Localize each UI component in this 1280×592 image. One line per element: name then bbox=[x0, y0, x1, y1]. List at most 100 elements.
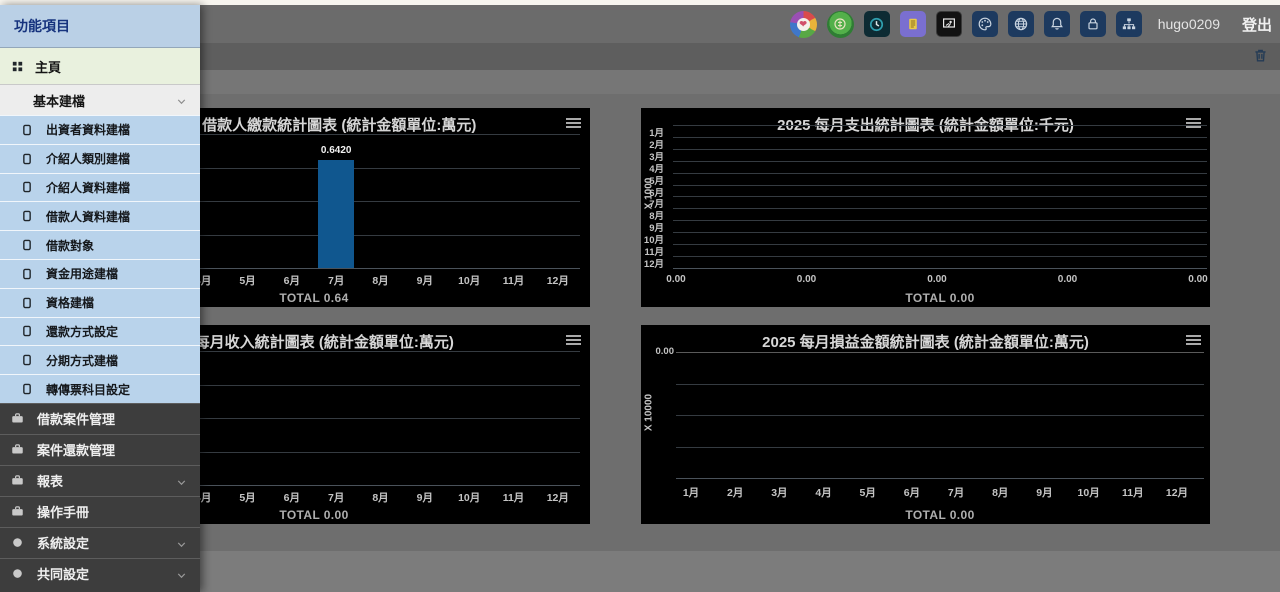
x-axis-label: 7月 bbox=[314, 273, 358, 288]
sidebar-group-label: 基本建檔 bbox=[33, 91, 85, 110]
sidebar-item-basic-2[interactable]: 介紹人資料建檔 bbox=[0, 173, 200, 202]
chevron-down-icon bbox=[175, 95, 188, 111]
sidebar-item-basic-7[interactable]: 還款方式設定 bbox=[0, 317, 200, 346]
palette-icon[interactable] bbox=[972, 11, 998, 37]
checkbox-square-icon bbox=[20, 152, 34, 166]
y-axis-title: X 10000 bbox=[644, 353, 655, 473]
sidebar-item-label: 分期方式建檔 bbox=[46, 352, 118, 369]
sidebar-item-basic-1[interactable]: 介紹人類別建檔 bbox=[0, 144, 200, 173]
chart-menu-icon[interactable] bbox=[566, 118, 581, 130]
sphere-icon bbox=[10, 535, 25, 550]
briefcase-icon bbox=[10, 473, 25, 488]
chart-title: 2025 每月損益金額統計圖表 (統計金額單位:萬元) bbox=[641, 331, 1210, 352]
chart-gridline bbox=[676, 447, 1204, 448]
chart-gridline bbox=[673, 208, 1207, 209]
chart-total-label: TOTAL 0.00 bbox=[676, 508, 1204, 522]
x-axis-label: 5月 bbox=[846, 485, 890, 500]
x-tick-label: 0.00 bbox=[1052, 274, 1084, 285]
sidebar-item-label: 轉傳票科目設定 bbox=[46, 381, 130, 398]
sidebar-item-label: 借款人資料建檔 bbox=[46, 208, 130, 225]
sidebar-section-3[interactable]: 操作手冊 bbox=[0, 496, 200, 527]
sidebar-item-basic-3[interactable]: 借款人資料建檔 bbox=[0, 201, 200, 230]
x-axis-label: 1月 bbox=[669, 485, 713, 500]
scroll-app-icon[interactable] bbox=[900, 11, 926, 37]
navbar-right-group: ❤ hugo0209 登出 bbox=[790, 5, 1272, 43]
sidebar-section-5[interactable]: 共同設定 bbox=[0, 558, 200, 589]
bar-value-label: 0.6420 bbox=[314, 145, 358, 156]
sidebar-section-4[interactable]: 系統設定 bbox=[0, 527, 200, 558]
sidebar-section-1[interactable]: 案件還款管理 bbox=[0, 434, 200, 465]
x-axis-label: 7月 bbox=[934, 485, 978, 500]
bell-icon[interactable] bbox=[1044, 11, 1070, 37]
sidebar-item-basic-6[interactable]: 資格建檔 bbox=[0, 288, 200, 317]
chart-gridline bbox=[673, 185, 1207, 186]
x-tick-label: 0.00 bbox=[660, 274, 692, 285]
sidebar-section-2[interactable]: 報表 bbox=[0, 465, 200, 496]
x-axis-label: 5月 bbox=[225, 273, 269, 288]
sidebar-item-label: 出資者資料建檔 bbox=[46, 121, 130, 138]
chevron-down-icon bbox=[175, 569, 188, 585]
chart-gridline bbox=[676, 478, 1204, 479]
y-axis-label: 12月 bbox=[641, 256, 664, 270]
x-tick-label: 0.00 bbox=[921, 274, 953, 285]
sidebar-item-basic-9[interactable]: 轉傳票科目設定 bbox=[0, 374, 200, 403]
sidebar-item-basic-0[interactable]: 出資者資料建檔 bbox=[0, 115, 200, 144]
chart-gridline bbox=[673, 268, 1207, 269]
username-label: hugo0209 bbox=[1158, 16, 1220, 32]
chart-menu-icon[interactable] bbox=[566, 335, 581, 347]
x-axis-label: 4月 bbox=[802, 485, 846, 500]
sidebar-item-label: 借款案件管理 bbox=[37, 409, 115, 428]
x-axis-label: 11月 bbox=[491, 490, 535, 505]
y-axis-title: X 1000 bbox=[644, 134, 655, 254]
chart-menu-icon[interactable] bbox=[1186, 118, 1201, 130]
checkbox-square-icon bbox=[20, 353, 34, 367]
sidebar-item-label: 資格建檔 bbox=[46, 294, 94, 311]
sidebar-section-0[interactable]: 借款案件管理 bbox=[0, 403, 200, 434]
x-axis-label: 2月 bbox=[713, 485, 757, 500]
sidebar-item-basic-5[interactable]: 資金用途建檔 bbox=[0, 259, 200, 288]
chart-panel-1: 2025 每月支出統計圖表 (統計金額單位:千元)1月2月3月4月5月6月7月8… bbox=[641, 108, 1210, 307]
chart-gridline bbox=[676, 415, 1204, 416]
coin-app-icon[interactable] bbox=[827, 11, 854, 38]
x-axis-label: 8月 bbox=[978, 485, 1022, 500]
whiteboard-app-icon[interactable] bbox=[936, 11, 962, 37]
logout-button[interactable]: 登出 bbox=[1242, 14, 1272, 35]
sidebar-title: 功能項目 bbox=[0, 5, 200, 48]
trash-icon[interactable] bbox=[1252, 47, 1270, 65]
globe-icon[interactable] bbox=[1008, 11, 1034, 37]
sidebar-group-basic[interactable]: 基本建檔 bbox=[0, 85, 200, 115]
chart-gridline bbox=[673, 161, 1207, 162]
chart-menu-icon[interactable] bbox=[1186, 335, 1201, 347]
x-axis-label: 9月 bbox=[403, 490, 447, 505]
x-axis-label: 6月 bbox=[270, 490, 314, 505]
chart-panel-3: 2025 每月損益金額統計圖表 (統計金額單位:萬元)0.001月2月3月4月5… bbox=[641, 325, 1210, 524]
sidebar-item-label: 資金用途建檔 bbox=[46, 265, 118, 282]
x-axis-label: 7月 bbox=[314, 490, 358, 505]
lock-icon[interactable] bbox=[1080, 11, 1106, 37]
sidebar-item-label: 借款對象 bbox=[46, 237, 94, 254]
sidebar-item-basic-8[interactable]: 分期方式建檔 bbox=[0, 345, 200, 374]
sidebar-item-label: 還款方式設定 bbox=[46, 323, 118, 340]
chart-gridline bbox=[673, 137, 1207, 138]
sphere-icon bbox=[10, 566, 25, 581]
clock-app-icon[interactable] bbox=[864, 11, 890, 37]
x-axis-label: 12月 bbox=[536, 490, 580, 505]
sitemap-icon[interactable] bbox=[1116, 11, 1142, 37]
sidebar-menu: 功能項目主頁基本建檔出資者資料建檔介紹人類別建檔介紹人資料建檔借款人資料建檔借款… bbox=[0, 5, 200, 592]
chart-total-label: TOTAL 0.00 bbox=[673, 291, 1207, 305]
chart-gridline bbox=[673, 173, 1207, 174]
x-axis-label: 3月 bbox=[757, 485, 801, 500]
chart-gridline bbox=[673, 220, 1207, 221]
x-axis-label: 10月 bbox=[447, 490, 491, 505]
chart-gridline bbox=[673, 125, 1207, 126]
x-axis-label: 10月 bbox=[1067, 485, 1111, 500]
checkbox-square-icon bbox=[20, 382, 34, 396]
sidebar-item-label: 主頁 bbox=[35, 57, 61, 76]
sidebar-item-basic-4[interactable]: 借款對象 bbox=[0, 230, 200, 259]
sidebar-item-home[interactable]: 主頁 bbox=[0, 48, 200, 85]
chart-gridline bbox=[676, 384, 1204, 385]
x-axis-label: 9月 bbox=[1022, 485, 1066, 500]
x-axis-label: 8月 bbox=[358, 490, 402, 505]
colorful-logo-icon[interactable]: ❤ bbox=[790, 11, 817, 38]
sidebar-item-label: 介紹人類別建檔 bbox=[46, 150, 130, 167]
